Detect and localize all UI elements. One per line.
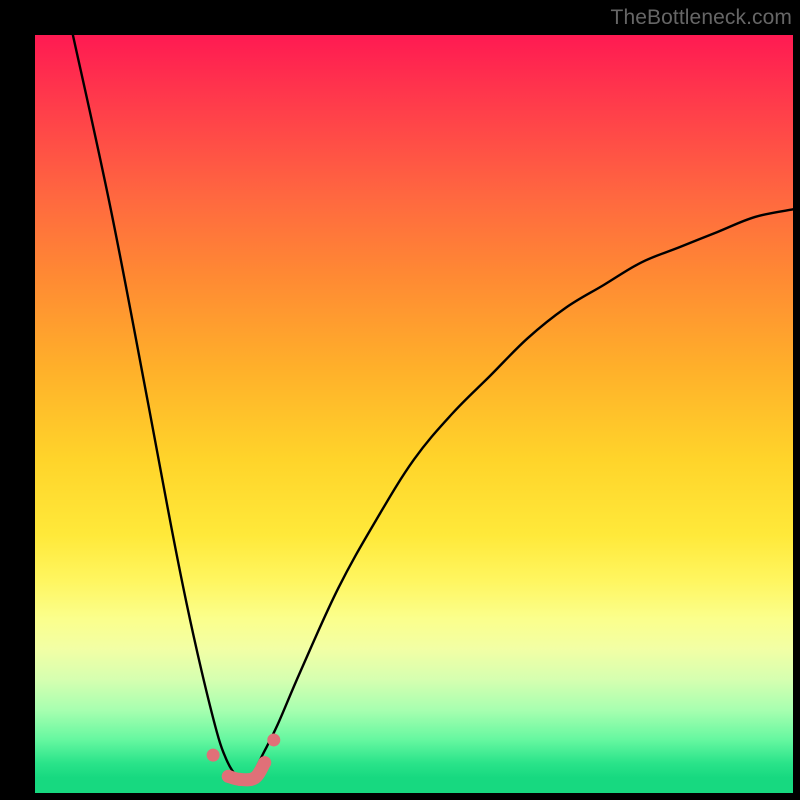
valley-dots-group	[207, 733, 281, 785]
watermark-text: TheBottleneck.com	[611, 6, 792, 30]
chart-frame: TheBottleneck.com	[0, 0, 800, 800]
valley-dot	[267, 733, 280, 746]
valley-dot	[233, 773, 246, 786]
valley-dot	[258, 756, 271, 769]
plot-area	[35, 35, 793, 793]
bottleneck-curve	[73, 35, 793, 779]
valley-dot	[222, 770, 235, 783]
curve-svg	[35, 35, 793, 793]
valley-dot	[248, 771, 261, 784]
valley-dot	[207, 749, 220, 762]
